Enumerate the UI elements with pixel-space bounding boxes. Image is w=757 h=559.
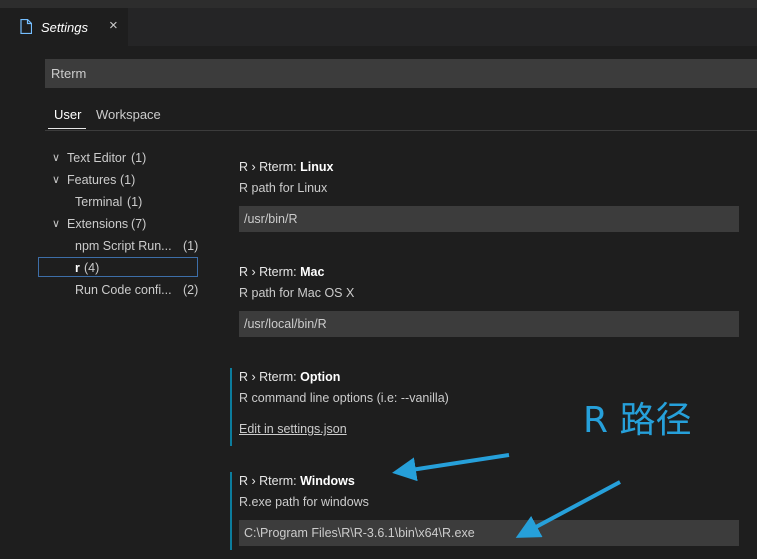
file-icon — [20, 19, 32, 34]
toc-label: npm Script Run... — [75, 239, 172, 253]
toc-item-extensions[interactable]: ∨ Extensions (7) — [38, 214, 198, 234]
divider — [45, 130, 757, 131]
toc-item-r[interactable]: r (4) — [38, 257, 198, 277]
setting-title: R › Rterm: Option — [239, 370, 340, 384]
title-strip — [0, 0, 757, 8]
toc-item-text-editor[interactable]: ∨ Text Editor (1) — [38, 148, 198, 168]
toc-item-run-code-config[interactable]: Run Code confi... (2) — [38, 280, 198, 300]
setting-title: R › Rterm: Windows — [239, 474, 355, 488]
active-tab-indicator — [48, 128, 86, 129]
toc-label: r — [75, 261, 80, 275]
toc-item-features[interactable]: ∨ Features (1) — [38, 170, 198, 190]
setting-name: Mac — [300, 265, 325, 279]
setting-name: Option — [300, 370, 341, 384]
toc-count: (1) — [183, 239, 199, 253]
rterm-mac-input[interactable]: /usr/local/bin/R — [239, 311, 739, 337]
rterm-linux-input[interactable]: /usr/bin/R — [239, 206, 739, 232]
editor-tab-bar: Settings × — [0, 0, 757, 46]
toc-label: Text Editor — [67, 151, 127, 165]
setting-title: R › Rterm: Mac — [239, 265, 324, 279]
annotation-label: R 路径 — [583, 400, 692, 441]
tab-settings[interactable]: Settings × — [0, 8, 128, 46]
toc-label: Features — [67, 173, 117, 187]
close-icon[interactable]: × — [109, 18, 118, 34]
setting-category: R › Rterm: — [239, 474, 301, 488]
toc-count: (7) — [131, 217, 147, 231]
chevron-down-icon: ∨ — [52, 152, 61, 164]
setting-rterm-mac: R › Rterm: Mac R path for Mac OS X /usr/… — [230, 265, 750, 343]
toc-item-terminal[interactable]: Terminal (1) — [38, 192, 198, 212]
toc-item-npm-script-runner[interactable]: npm Script Run... (1) — [38, 236, 198, 256]
setting-description: R command line options (i.e: --vanilla) — [239, 391, 449, 405]
setting-category: R › Rterm: — [239, 370, 301, 384]
toc-label: Extensions — [67, 217, 129, 231]
toc-count: (1) — [131, 151, 147, 165]
settings-search-input[interactable]: Rterm — [45, 59, 757, 88]
toc-label: Run Code confi... — [75, 283, 172, 297]
chevron-down-icon: ∨ — [52, 174, 61, 186]
setting-category: R › Rterm: — [239, 265, 301, 279]
toc-count: (1) — [127, 195, 143, 209]
setting-description: R.exe path for windows — [239, 495, 369, 509]
setting-title: R › Rterm: Linux — [239, 160, 333, 174]
setting-name: Linux — [300, 160, 334, 174]
rterm-windows-input[interactable]: C:\Program Files\R\R-3.6.1\bin\x64\R.exe — [239, 520, 739, 546]
chevron-down-icon: ∨ — [52, 218, 61, 230]
tab-user[interactable]: User — [54, 107, 81, 122]
arrow-to-windows-setting — [392, 453, 510, 482]
setting-description: R path for Linux — [239, 181, 328, 195]
toc-label: Terminal — [75, 195, 123, 209]
edit-in-settings-json-link[interactable]: Edit in settings.json — [239, 422, 347, 436]
toc-count: (4) — [84, 261, 100, 275]
setting-description: R path for Mac OS X — [239, 286, 355, 300]
setting-name: Windows — [300, 474, 355, 488]
setting-rterm-linux: R › Rterm: Linux R path for Linux /usr/b… — [230, 160, 750, 238]
setting-category: R › Rterm: — [239, 160, 301, 174]
tab-workspace[interactable]: Workspace — [96, 107, 161, 122]
tab-title: Settings — [41, 20, 88, 35]
toc-count: (1) — [120, 173, 136, 187]
toc-count: (2) — [183, 283, 199, 297]
setting-rterm-windows: R › Rterm: Windows R.exe path for window… — [230, 472, 750, 550]
